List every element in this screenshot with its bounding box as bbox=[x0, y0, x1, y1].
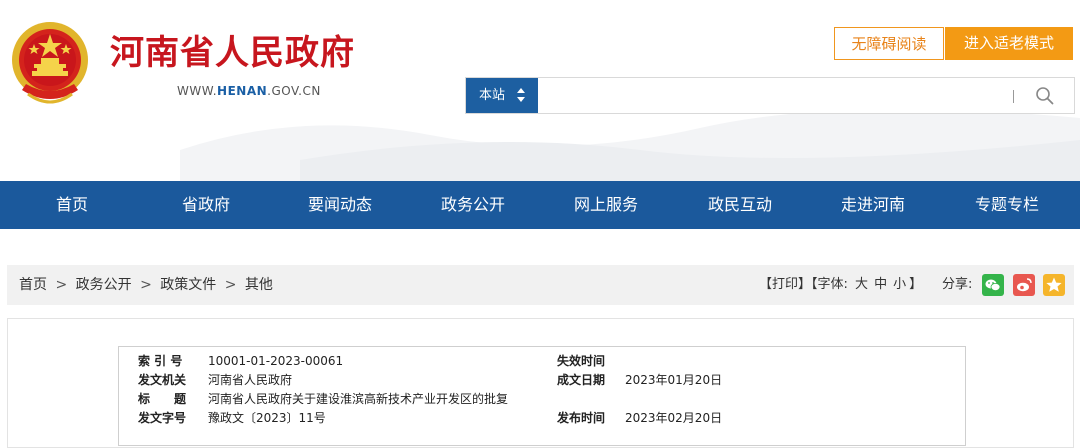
meta-row-doc-number: 发文字号 豫政文〔2023〕11号 发布时间 2023年02月20日 bbox=[119, 409, 967, 428]
breadcrumb-policy-documents[interactable]: 政策文件 bbox=[160, 277, 216, 293]
print-button[interactable]: 【打印】 bbox=[759, 277, 811, 292]
meta-label-title: 标 题 bbox=[138, 392, 187, 406]
breadcrumb-separator: > bbox=[140, 277, 152, 293]
national-emblem bbox=[12, 22, 88, 104]
qzone-icon[interactable] bbox=[1043, 274, 1065, 296]
search-input[interactable] bbox=[542, 82, 1006, 111]
meta-row-index: 索 引 号 10001-01-2023-00061 失效时间 bbox=[119, 352, 967, 371]
search-icon[interactable] bbox=[1034, 85, 1056, 107]
wechat-icon[interactable] bbox=[982, 274, 1004, 296]
meta-value-issuer: 河南省人民政府 bbox=[208, 373, 293, 387]
font-size-medium-button[interactable]: 中 bbox=[874, 277, 887, 292]
meta-label-published: 发布时间 bbox=[557, 411, 606, 425]
meta-label-created: 成文日期 bbox=[557, 373, 606, 387]
search-scope-select[interactable]: 本站 bbox=[466, 78, 538, 113]
breadcrumb-other[interactable]: 其他 bbox=[245, 277, 273, 293]
search-divider bbox=[1013, 90, 1014, 103]
breadcrumb: 首页 > 政务公开 > 政策文件 > 其他 bbox=[19, 265, 273, 305]
site-header: 河南省人民政府 WWW.HENAN.GOV.CN 无障碍阅读 进入适老模式 本站 bbox=[0, 0, 1080, 181]
site-url[interactable]: WWW.HENAN.GOV.CN bbox=[177, 84, 321, 98]
meta-value-created: 2023年01月20日 bbox=[625, 373, 723, 387]
meta-label-doc-number: 发文字号 bbox=[138, 411, 187, 425]
weibo-icon[interactable] bbox=[1013, 274, 1035, 296]
breadcrumb-separator: > bbox=[55, 277, 68, 293]
breadcrumb-government-affairs[interactable]: 政务公开 bbox=[76, 277, 132, 293]
meta-value-title: 河南省人民政府关于建设淮滨高新技术产业开发区的批复 bbox=[208, 392, 509, 406]
meta-label-expiry: 失效时间 bbox=[557, 354, 606, 368]
breadcrumb-separator: > bbox=[224, 277, 237, 293]
sort-caret-icon bbox=[517, 88, 525, 102]
document-meta-table: 索 引 号 10001-01-2023-00061 失效时间 发文机关 河南省人… bbox=[118, 346, 966, 446]
site-title: 河南省人民政府 bbox=[110, 33, 355, 73]
font-size-large-button[interactable]: 大 bbox=[855, 277, 868, 292]
site-url-prefix: WWW. bbox=[177, 84, 218, 98]
nav-item-about-henan[interactable]: 走进河南 bbox=[806, 181, 940, 229]
share-label: 分享: bbox=[942, 277, 973, 292]
breadcrumb-home[interactable]: 首页 bbox=[19, 277, 47, 293]
site-url-suffix: .GOV.CN bbox=[267, 84, 321, 98]
nav-item-government-affairs[interactable]: 政务公开 bbox=[406, 181, 540, 229]
meta-row-issuer: 发文机关 河南省人民政府 成文日期 2023年01月20日 bbox=[119, 371, 967, 390]
meta-value-index: 10001-01-2023-00061 bbox=[208, 354, 344, 368]
nav-item-interaction[interactable]: 政民互动 bbox=[673, 181, 807, 229]
nav-item-provincial-government[interactable]: 省政府 bbox=[139, 181, 273, 229]
page-tools: 【打印】【字体: 大中小】 bbox=[759, 265, 922, 305]
font-size-small-button[interactable]: 小 bbox=[893, 277, 906, 292]
search-scope-label: 本站 bbox=[479, 88, 506, 103]
meta-value-published: 2023年02月20日 bbox=[625, 411, 723, 425]
search-bar: 本站 bbox=[465, 77, 1075, 114]
accessibility-reading-button[interactable]: 无障碍阅读 bbox=[834, 27, 944, 60]
site-url-domain: HENAN bbox=[217, 84, 268, 98]
font-size-close: 】 bbox=[909, 277, 923, 292]
meta-label-index: 索 引 号 bbox=[138, 354, 183, 368]
article-content: 索 引 号 10001-01-2023-00061 失效时间 发文机关 河南省人… bbox=[7, 318, 1074, 448]
meta-label-issuer: 发文机关 bbox=[138, 373, 187, 387]
nav-item-news[interactable]: 要闻动态 bbox=[273, 181, 407, 229]
nav-item-online-services[interactable]: 网上服务 bbox=[539, 181, 673, 229]
nav-item-home[interactable]: 首页 bbox=[5, 181, 139, 229]
meta-value-doc-number: 豫政文〔2023〕11号 bbox=[208, 411, 326, 425]
main-nav: 首页 省政府 要闻动态 政务公开 网上服务 政民互动 走进河南 专题专栏 bbox=[0, 181, 1080, 229]
font-size-label: 【字体: bbox=[811, 277, 848, 292]
breadcrumb-bar: 首页 > 政务公开 > 政策文件 > 其他 【打印】【字体: 大中小】 分享: bbox=[7, 265, 1074, 305]
elder-mode-button[interactable]: 进入适老模式 bbox=[945, 27, 1073, 60]
meta-row-title: 标 题 河南省人民政府关于建设淮滨高新技术产业开发区的批复 bbox=[119, 390, 967, 409]
nav-item-special-topics[interactable]: 专题专栏 bbox=[940, 181, 1074, 229]
